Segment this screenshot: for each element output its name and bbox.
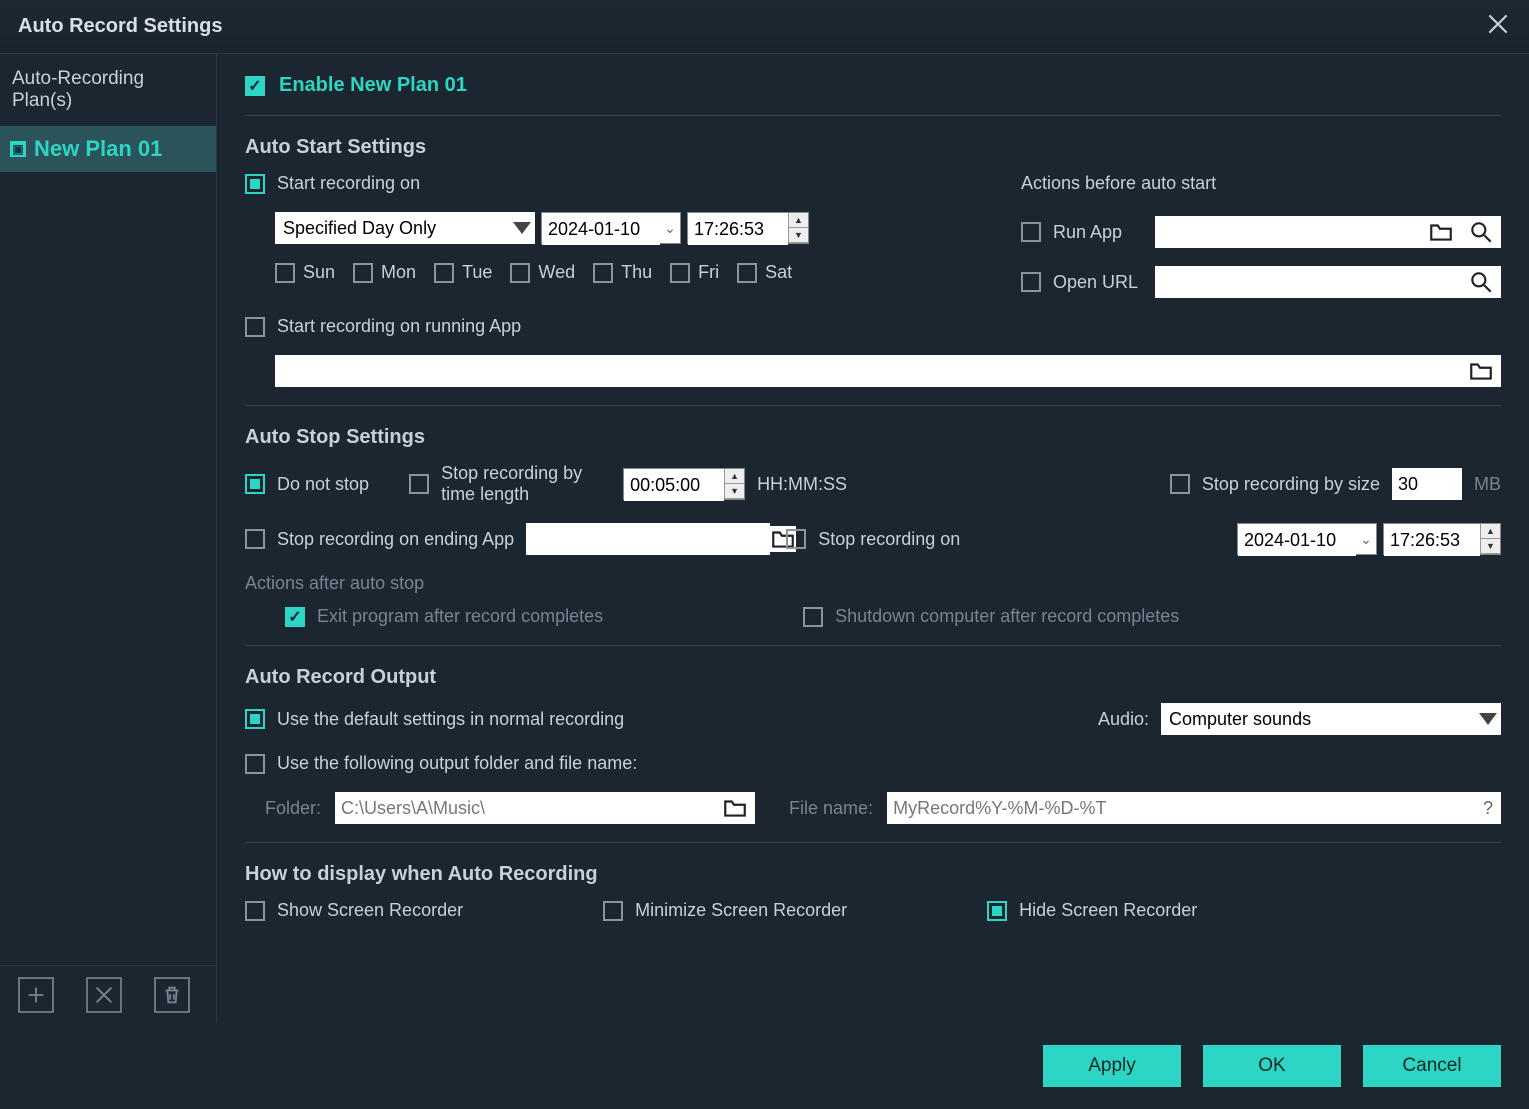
- start-mode-select[interactable]: Specified Day Only: [275, 212, 535, 244]
- ok-button[interactable]: OK: [1203, 1045, 1341, 1087]
- chevron-down-icon: ⌄: [664, 220, 676, 237]
- audio-select[interactable]: Computer sounds: [1161, 703, 1501, 735]
- start-on-running-app-checkbox[interactable]: [245, 317, 265, 337]
- stop-date-input[interactable]: ⌄: [1237, 523, 1377, 555]
- day-wed-checkbox[interactable]: [510, 263, 530, 283]
- cancel-button[interactable]: Cancel: [1363, 1045, 1501, 1087]
- titlebar: Auto Record Settings: [0, 0, 1529, 54]
- apply-button[interactable]: Apply: [1043, 1045, 1181, 1087]
- use-default-checkbox[interactable]: [245, 709, 265, 729]
- day-thu-checkbox[interactable]: [593, 263, 613, 283]
- folder-icon[interactable]: [715, 795, 755, 821]
- hide-recorder-checkbox[interactable]: [987, 901, 1007, 921]
- minimize-recorder-checkbox[interactable]: [603, 901, 623, 921]
- sidebar: Auto-Recording Plan(s) ▣ New Plan 01: [0, 54, 217, 1023]
- show-recorder-checkbox[interactable]: [245, 901, 265, 921]
- start-date-input[interactable]: ⌄: [541, 212, 681, 244]
- plan-label: New Plan 01: [34, 136, 162, 162]
- start-time-input[interactable]: ▲▼: [687, 212, 809, 244]
- stop-by-time-checkbox[interactable]: [409, 474, 429, 494]
- search-icon[interactable]: [1461, 219, 1501, 245]
- exit-program-checkbox[interactable]: [285, 607, 305, 627]
- chevron-down-icon: ⌄: [1360, 531, 1372, 548]
- folder-input[interactable]: [335, 792, 715, 824]
- dropdown-icon: [513, 222, 531, 234]
- start-recording-on-label: Start recording on: [277, 173, 420, 194]
- spinner-icon[interactable]: ▲▼: [724, 469, 744, 499]
- help-icon[interactable]: ?: [1475, 798, 1501, 819]
- add-plan-button[interactable]: [18, 977, 54, 1013]
- open-url-input[interactable]: [1155, 266, 1461, 298]
- auto-start-heading: Auto Start Settings: [245, 136, 1501, 159]
- stop-time-input[interactable]: ▲▼: [1383, 523, 1501, 555]
- run-app-input[interactable]: [1155, 216, 1421, 248]
- stop-on-date-checkbox[interactable]: [786, 529, 806, 549]
- folder-icon[interactable]: [1461, 358, 1501, 384]
- content: Enable New Plan 01 Auto Start Settings S…: [217, 54, 1529, 1023]
- ending-app-input[interactable]: [526, 523, 770, 555]
- footer: Apply OK Cancel: [0, 1023, 1529, 1109]
- stop-on-ending-app-checkbox[interactable]: [245, 529, 265, 549]
- search-icon[interactable]: [1461, 269, 1501, 295]
- stop-time-length-input[interactable]: ▲▼: [623, 468, 745, 500]
- actions-before-label: Actions before auto start: [1021, 173, 1501, 194]
- folder-icon[interactable]: [1421, 219, 1461, 245]
- display-heading: How to display when Auto Recording: [245, 863, 1501, 886]
- actions-after-label: Actions after auto stop: [245, 573, 1501, 594]
- window-title: Auto Record Settings: [18, 15, 222, 38]
- sidebar-header: Auto-Recording Plan(s): [0, 54, 216, 126]
- stop-size-input[interactable]: [1392, 468, 1462, 500]
- checkmark-icon: ▣: [10, 141, 26, 157]
- day-tue-checkbox[interactable]: [434, 263, 454, 283]
- spinner-icon[interactable]: ▲▼: [1480, 524, 1500, 554]
- day-fri-checkbox[interactable]: [670, 263, 690, 283]
- run-app-checkbox[interactable]: [1021, 222, 1041, 242]
- filename-input[interactable]: [887, 792, 1475, 824]
- enable-plan-label: Enable New Plan 01: [279, 74, 467, 97]
- use-folder-checkbox[interactable]: [245, 754, 265, 774]
- sidebar-item-plan[interactable]: ▣ New Plan 01: [0, 126, 216, 172]
- dropdown-icon: [1479, 713, 1497, 725]
- output-heading: Auto Record Output: [245, 666, 1501, 689]
- trash-button[interactable]: [154, 977, 190, 1013]
- close-button[interactable]: [1485, 11, 1511, 42]
- day-sun-checkbox[interactable]: [275, 263, 295, 283]
- sidebar-tools: [0, 965, 216, 1023]
- open-url-checkbox[interactable]: [1021, 272, 1041, 292]
- delete-plan-button[interactable]: [86, 977, 122, 1013]
- running-app-input[interactable]: [275, 355, 1461, 387]
- auto-stop-heading: Auto Stop Settings: [245, 426, 1501, 449]
- do-not-stop-checkbox[interactable]: [245, 474, 265, 494]
- shutdown-checkbox[interactable]: [803, 607, 823, 627]
- stop-by-size-checkbox[interactable]: [1170, 474, 1190, 494]
- enable-plan-checkbox[interactable]: [245, 76, 265, 96]
- spinner-icon[interactable]: ▲▼: [788, 213, 808, 243]
- day-sat-checkbox[interactable]: [737, 263, 757, 283]
- start-recording-on-checkbox[interactable]: [245, 174, 265, 194]
- day-mon-checkbox[interactable]: [353, 263, 373, 283]
